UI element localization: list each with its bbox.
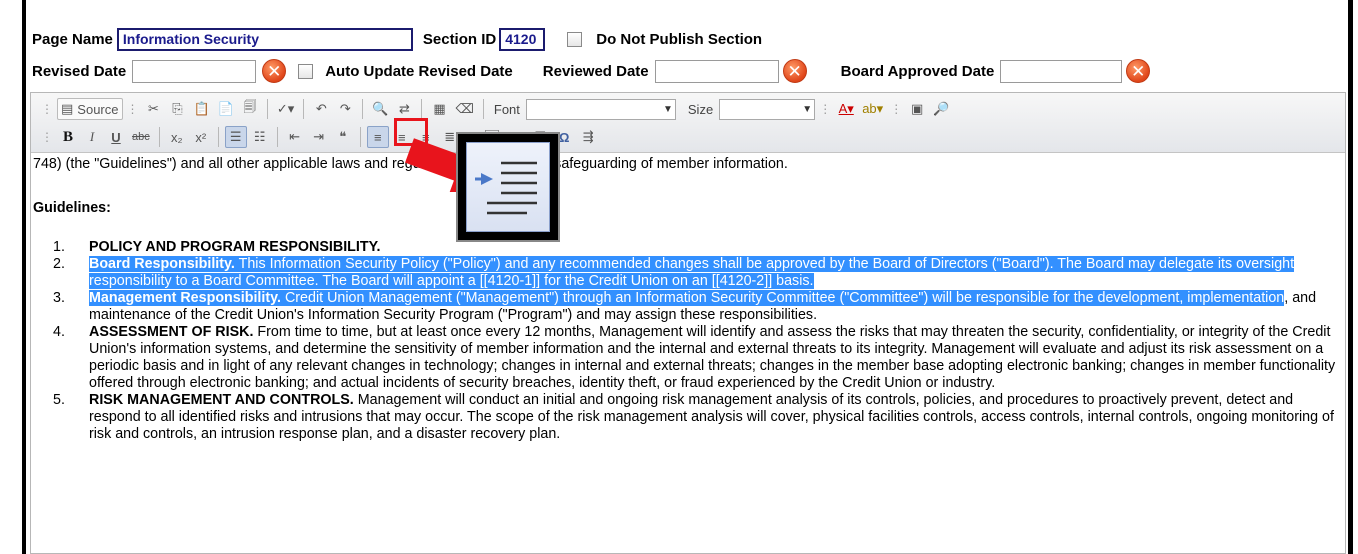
list-item-number: 5. bbox=[53, 392, 65, 408]
bulleted-list-icon[interactable]: ☷ bbox=[249, 126, 271, 148]
do-not-publish-checkbox[interactable] bbox=[567, 31, 583, 47]
list-item-title: ASSESSMENT OF RISK. bbox=[89, 324, 254, 340]
copy-icon[interactable]: ⎘ bbox=[167, 98, 189, 120]
list-item-number: 1. bbox=[53, 239, 65, 255]
list-item-title: RISK MANAGEMENT AND CONTROLS. bbox=[89, 392, 354, 408]
clear-icon: ✕ bbox=[787, 62, 802, 81]
preview-icon[interactable]: 🔎 bbox=[930, 98, 952, 120]
list-item-number: 2. bbox=[53, 256, 65, 272]
clear-icon: ✕ bbox=[267, 62, 282, 81]
list-item: 5. RISK MANAGEMENT AND CONTROLS. Managem… bbox=[31, 392, 1343, 443]
size-select[interactable]: ▼ bbox=[719, 98, 816, 120]
page-break-icon[interactable]: ⇶ bbox=[577, 126, 599, 148]
list-item-text: This Information Security Policy ("Polic… bbox=[89, 256, 1295, 289]
text-color-icon[interactable]: A▾ bbox=[835, 98, 857, 120]
superscript-button[interactable]: x² bbox=[190, 126, 212, 148]
bg-color-icon[interactable]: ab▾ bbox=[859, 98, 886, 120]
list-item-title: Management Responsibility. bbox=[89, 290, 281, 306]
size-label: Size bbox=[687, 101, 714, 117]
numbered-list-icon[interactable]: ☰ bbox=[224, 126, 247, 148]
guidelines-heading: Guidelines: bbox=[33, 200, 111, 216]
undo-icon[interactable]: ↶ bbox=[310, 98, 332, 120]
italic-button[interactable]: I bbox=[81, 126, 103, 148]
guidelines-list: 1. POLICY AND PROGRAM RESPONSIBILITY. 2.… bbox=[31, 239, 1343, 443]
indent-icon-zoom bbox=[466, 142, 550, 232]
section-id-input[interactable] bbox=[499, 27, 546, 51]
list-item-title: Board Responsibility. bbox=[89, 256, 235, 272]
auto-update-label: Auto Update Revised Date bbox=[325, 62, 513, 80]
source-button[interactable]: ▤ Source bbox=[57, 98, 123, 120]
board-approved-input[interactable] bbox=[1000, 59, 1123, 83]
auto-update-checkbox[interactable] bbox=[298, 63, 314, 79]
underline-button[interactable]: U bbox=[105, 126, 127, 148]
redo-icon[interactable]: ↷ bbox=[334, 98, 356, 120]
page-name-input[interactable] bbox=[116, 27, 413, 51]
bold-button[interactable]: B bbox=[57, 126, 79, 148]
maximize-icon[interactable]: ▣ bbox=[906, 98, 928, 120]
section-id-label: Section ID bbox=[422, 30, 497, 48]
list-item: 1. POLICY AND PROGRAM RESPONSIBILITY. bbox=[31, 239, 1343, 256]
list-item-title: POLICY AND PROGRAM RESPONSIBILITY. bbox=[89, 239, 381, 255]
do-not-publish-label: Do Not Publish Section bbox=[596, 30, 763, 48]
revised-date-label: Revised Date bbox=[32, 62, 127, 80]
list-item-number: 4. bbox=[53, 324, 65, 340]
zoom-callout bbox=[456, 132, 560, 242]
revised-date-input[interactable] bbox=[132, 59, 257, 83]
spellcheck-icon[interactable]: ✓▾ bbox=[274, 98, 297, 120]
rich-text-editor: ⋮ ▤ Source ⋮ ✂ ⎘ 📋 📄 🗐 ✓▾ ↶ ↷ 🔍 ⇄ ▦ ⌫ Fo… bbox=[30, 92, 1346, 554]
clear-icon: ✕ bbox=[1131, 62, 1146, 81]
subscript-button[interactable]: x₂ bbox=[166, 126, 188, 148]
reviewed-date-input[interactable] bbox=[654, 59, 779, 83]
clear-reviewed-date-button[interactable]: ✕ bbox=[782, 59, 807, 83]
indent-icon bbox=[475, 161, 537, 215]
blockquote-icon[interactable]: ❝ bbox=[332, 126, 354, 148]
chevron-down-icon: ▼ bbox=[802, 103, 813, 115]
list-item-number: 3. bbox=[53, 290, 65, 306]
cut-icon[interactable]: ✂ bbox=[143, 98, 165, 120]
paste-text-icon[interactable]: 📄 bbox=[215, 98, 237, 120]
find-icon[interactable]: 🔍 bbox=[369, 98, 391, 120]
dates-row: Revised Date ✕ Auto Update Revised Date … bbox=[32, 58, 1151, 84]
clear-board-approved-button[interactable]: ✕ bbox=[1126, 59, 1151, 83]
list-item-text: From time to time, but at least once eve… bbox=[89, 324, 1336, 391]
paste-icon[interactable]: 📋 bbox=[191, 98, 213, 120]
strike-button[interactable]: abc bbox=[129, 126, 153, 148]
list-item: 3. Management Responsibility. Credit Uni… bbox=[31, 290, 1343, 324]
page-name-row: Page Name Section ID Do Not Publish Sect… bbox=[32, 26, 762, 52]
outdent-icon[interactable]: ⇤ bbox=[284, 126, 306, 148]
list-item-text-selected: Credit Union Management ("Management") t… bbox=[280, 290, 1285, 306]
indent-icon[interactable]: ⇥ bbox=[308, 126, 330, 148]
clear-revised-date-button[interactable]: ✕ bbox=[262, 59, 287, 83]
list-item: 4. ASSESSMENT OF RISK. From time to time… bbox=[31, 324, 1343, 392]
paste-word-icon[interactable]: 🗐 bbox=[239, 98, 261, 120]
editor-content[interactable]: 748) (the "Guidelines") and all other ap… bbox=[31, 155, 1345, 553]
list-item: 2. Board Responsibility. This Informatio… bbox=[31, 256, 1343, 290]
chevron-down-icon: ▼ bbox=[662, 103, 673, 115]
board-approved-label: Board Approved Date bbox=[840, 62, 995, 80]
source-label: Source bbox=[77, 101, 119, 117]
font-select[interactable]: ▼ bbox=[525, 98, 676, 120]
page-name-label: Page Name bbox=[32, 30, 113, 48]
reviewed-date-label: Reviewed Date bbox=[542, 62, 649, 80]
source-icon: ▤ bbox=[61, 101, 74, 116]
editor-toolbar: ⋮ ▤ Source ⋮ ✂ ⎘ 📋 📄 🗐 ✓▾ ↶ ↷ 🔍 ⇄ ▦ ⌫ Fo… bbox=[31, 93, 1345, 153]
align-left-icon[interactable]: ≡ bbox=[366, 126, 389, 148]
